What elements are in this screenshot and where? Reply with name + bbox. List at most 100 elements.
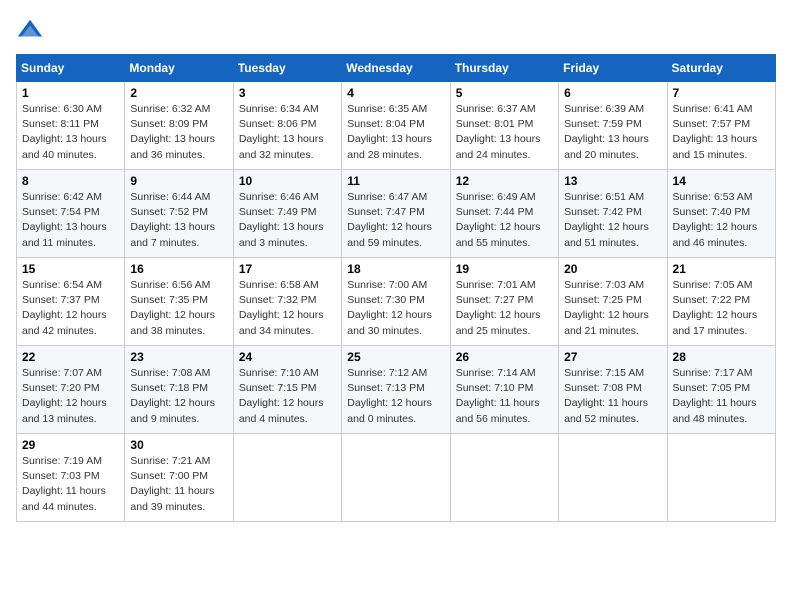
day-header-thursday: Thursday	[450, 55, 558, 82]
day-info: Sunrise: 6:46 AMSunset: 7:49 PMDaylight:…	[239, 190, 336, 251]
day-number: 23	[130, 350, 227, 364]
day-number: 22	[22, 350, 119, 364]
day-number: 1	[22, 86, 119, 100]
day-info: Sunrise: 6:56 AMSunset: 7:35 PMDaylight:…	[130, 278, 227, 339]
day-info: Sunrise: 7:15 AMSunset: 7:08 PMDaylight:…	[564, 366, 661, 427]
calendar-day-27: 27 Sunrise: 7:15 AMSunset: 7:08 PMDaylig…	[559, 346, 667, 434]
calendar-day-12: 12 Sunrise: 6:49 AMSunset: 7:44 PMDaylig…	[450, 170, 558, 258]
day-number: 2	[130, 86, 227, 100]
calendar-day-23: 23 Sunrise: 7:08 AMSunset: 7:18 PMDaylig…	[125, 346, 233, 434]
day-number: 30	[130, 438, 227, 452]
day-info: Sunrise: 6:35 AMSunset: 8:04 PMDaylight:…	[347, 102, 444, 163]
day-info: Sunrise: 7:08 AMSunset: 7:18 PMDaylight:…	[130, 366, 227, 427]
calendar-day-20: 20 Sunrise: 7:03 AMSunset: 7:25 PMDaylig…	[559, 258, 667, 346]
day-info: Sunrise: 6:51 AMSunset: 7:42 PMDaylight:…	[564, 190, 661, 251]
day-number: 25	[347, 350, 444, 364]
day-number: 14	[673, 174, 770, 188]
calendar-day-26: 26 Sunrise: 7:14 AMSunset: 7:10 PMDaylig…	[450, 346, 558, 434]
day-number: 3	[239, 86, 336, 100]
calendar-day-21: 21 Sunrise: 7:05 AMSunset: 7:22 PMDaylig…	[667, 258, 775, 346]
calendar-day-30: 30 Sunrise: 7:21 AMSunset: 7:00 PMDaylig…	[125, 434, 233, 522]
day-number: 28	[673, 350, 770, 364]
calendar-day-19: 19 Sunrise: 7:01 AMSunset: 7:27 PMDaylig…	[450, 258, 558, 346]
day-info: Sunrise: 7:21 AMSunset: 7:00 PMDaylight:…	[130, 454, 227, 515]
day-number: 13	[564, 174, 661, 188]
day-info: Sunrise: 7:17 AMSunset: 7:05 PMDaylight:…	[673, 366, 770, 427]
day-header-monday: Monday	[125, 55, 233, 82]
day-info: Sunrise: 6:42 AMSunset: 7:54 PMDaylight:…	[22, 190, 119, 251]
day-info: Sunrise: 6:41 AMSunset: 7:57 PMDaylight:…	[673, 102, 770, 163]
empty-cell	[233, 434, 341, 522]
day-info: Sunrise: 6:34 AMSunset: 8:06 PMDaylight:…	[239, 102, 336, 163]
calendar-day-17: 17 Sunrise: 6:58 AMSunset: 7:32 PMDaylig…	[233, 258, 341, 346]
calendar-table: SundayMondayTuesdayWednesdayThursdayFrid…	[16, 54, 776, 522]
day-header-sunday: Sunday	[17, 55, 125, 82]
logo	[16, 16, 48, 44]
day-number: 16	[130, 262, 227, 276]
day-header-friday: Friday	[559, 55, 667, 82]
calendar-day-2: 2 Sunrise: 6:32 AMSunset: 8:09 PMDayligh…	[125, 82, 233, 170]
day-header-tuesday: Tuesday	[233, 55, 341, 82]
calendar-day-4: 4 Sunrise: 6:35 AMSunset: 8:04 PMDayligh…	[342, 82, 450, 170]
day-number: 8	[22, 174, 119, 188]
logo-icon	[16, 16, 44, 44]
day-info: Sunrise: 7:03 AMSunset: 7:25 PMDaylight:…	[564, 278, 661, 339]
day-number: 18	[347, 262, 444, 276]
day-info: Sunrise: 7:12 AMSunset: 7:13 PMDaylight:…	[347, 366, 444, 427]
calendar-day-29: 29 Sunrise: 7:19 AMSunset: 7:03 PMDaylig…	[17, 434, 125, 522]
calendar-day-24: 24 Sunrise: 7:10 AMSunset: 7:15 PMDaylig…	[233, 346, 341, 434]
calendar-week-4: 22 Sunrise: 7:07 AMSunset: 7:20 PMDaylig…	[17, 346, 776, 434]
calendar-day-7: 7 Sunrise: 6:41 AMSunset: 7:57 PMDayligh…	[667, 82, 775, 170]
empty-cell	[342, 434, 450, 522]
day-header-saturday: Saturday	[667, 55, 775, 82]
day-info: Sunrise: 6:49 AMSunset: 7:44 PMDaylight:…	[456, 190, 553, 251]
day-number: 17	[239, 262, 336, 276]
empty-cell	[450, 434, 558, 522]
calendar-header-row: SundayMondayTuesdayWednesdayThursdayFrid…	[17, 55, 776, 82]
empty-cell	[559, 434, 667, 522]
calendar-day-5: 5 Sunrise: 6:37 AMSunset: 8:01 PMDayligh…	[450, 82, 558, 170]
day-info: Sunrise: 7:05 AMSunset: 7:22 PMDaylight:…	[673, 278, 770, 339]
day-number: 4	[347, 86, 444, 100]
day-info: Sunrise: 6:53 AMSunset: 7:40 PMDaylight:…	[673, 190, 770, 251]
calendar-day-14: 14 Sunrise: 6:53 AMSunset: 7:40 PMDaylig…	[667, 170, 775, 258]
day-number: 26	[456, 350, 553, 364]
day-number: 6	[564, 86, 661, 100]
day-info: Sunrise: 7:07 AMSunset: 7:20 PMDaylight:…	[22, 366, 119, 427]
empty-cell	[667, 434, 775, 522]
calendar-day-6: 6 Sunrise: 6:39 AMSunset: 7:59 PMDayligh…	[559, 82, 667, 170]
day-info: Sunrise: 6:30 AMSunset: 8:11 PMDaylight:…	[22, 102, 119, 163]
calendar-day-11: 11 Sunrise: 6:47 AMSunset: 7:47 PMDaylig…	[342, 170, 450, 258]
day-info: Sunrise: 7:01 AMSunset: 7:27 PMDaylight:…	[456, 278, 553, 339]
day-info: Sunrise: 6:47 AMSunset: 7:47 PMDaylight:…	[347, 190, 444, 251]
day-number: 24	[239, 350, 336, 364]
day-info: Sunrise: 6:58 AMSunset: 7:32 PMDaylight:…	[239, 278, 336, 339]
calendar-week-1: 1 Sunrise: 6:30 AMSunset: 8:11 PMDayligh…	[17, 82, 776, 170]
day-number: 7	[673, 86, 770, 100]
calendar-day-28: 28 Sunrise: 7:17 AMSunset: 7:05 PMDaylig…	[667, 346, 775, 434]
day-number: 19	[456, 262, 553, 276]
day-number: 15	[22, 262, 119, 276]
calendar-day-25: 25 Sunrise: 7:12 AMSunset: 7:13 PMDaylig…	[342, 346, 450, 434]
day-info: Sunrise: 6:32 AMSunset: 8:09 PMDaylight:…	[130, 102, 227, 163]
day-number: 20	[564, 262, 661, 276]
calendar-day-15: 15 Sunrise: 6:54 AMSunset: 7:37 PMDaylig…	[17, 258, 125, 346]
calendar-week-3: 15 Sunrise: 6:54 AMSunset: 7:37 PMDaylig…	[17, 258, 776, 346]
calendar-week-5: 29 Sunrise: 7:19 AMSunset: 7:03 PMDaylig…	[17, 434, 776, 522]
day-number: 5	[456, 86, 553, 100]
day-info: Sunrise: 6:54 AMSunset: 7:37 PMDaylight:…	[22, 278, 119, 339]
day-number: 11	[347, 174, 444, 188]
day-number: 27	[564, 350, 661, 364]
day-number: 9	[130, 174, 227, 188]
day-info: Sunrise: 7:10 AMSunset: 7:15 PMDaylight:…	[239, 366, 336, 427]
calendar-day-3: 3 Sunrise: 6:34 AMSunset: 8:06 PMDayligh…	[233, 82, 341, 170]
calendar-day-13: 13 Sunrise: 6:51 AMSunset: 7:42 PMDaylig…	[559, 170, 667, 258]
day-info: Sunrise: 6:37 AMSunset: 8:01 PMDaylight:…	[456, 102, 553, 163]
day-info: Sunrise: 7:14 AMSunset: 7:10 PMDaylight:…	[456, 366, 553, 427]
calendar-week-2: 8 Sunrise: 6:42 AMSunset: 7:54 PMDayligh…	[17, 170, 776, 258]
day-info: Sunrise: 7:19 AMSunset: 7:03 PMDaylight:…	[22, 454, 119, 515]
day-header-wednesday: Wednesday	[342, 55, 450, 82]
day-number: 29	[22, 438, 119, 452]
page-header	[16, 16, 776, 44]
day-number: 10	[239, 174, 336, 188]
